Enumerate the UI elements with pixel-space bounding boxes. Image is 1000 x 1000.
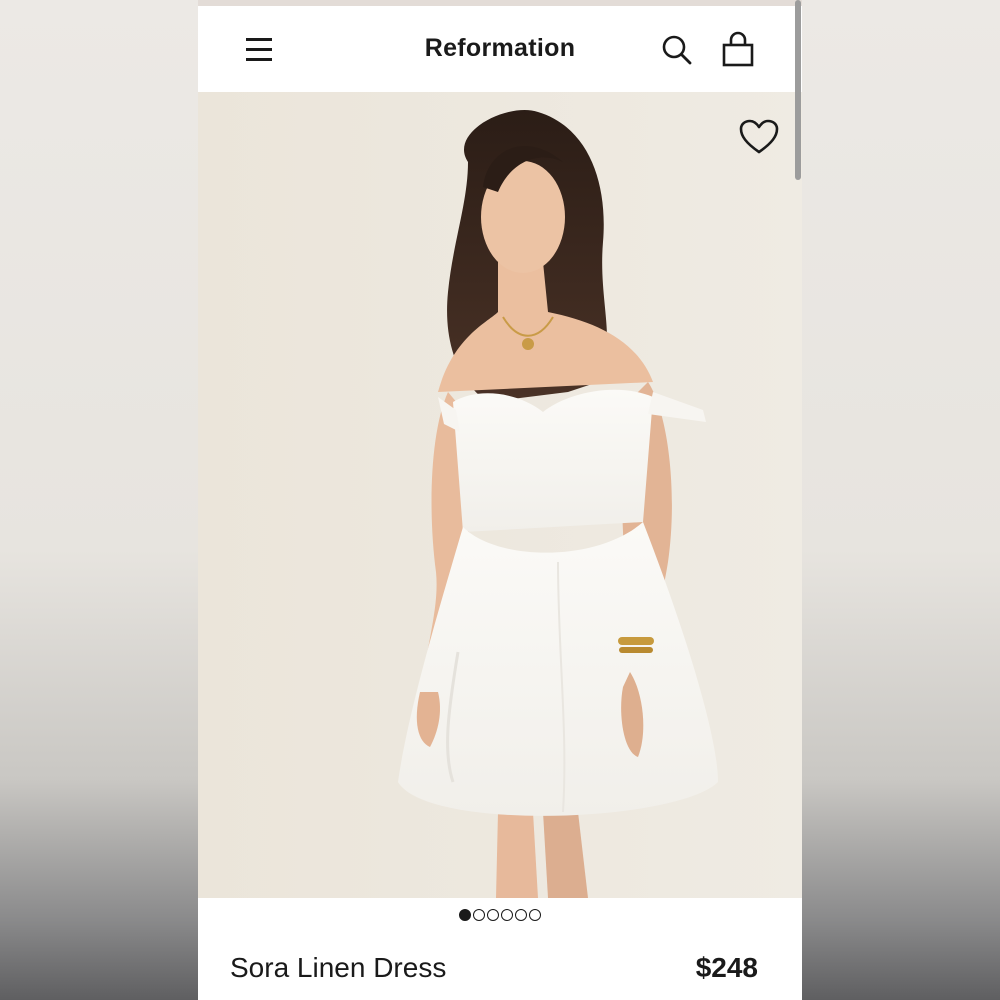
site-header: Reformation — [198, 6, 802, 92]
scrollbar[interactable] — [795, 0, 801, 180]
carousel-pagination — [198, 908, 802, 924]
carousel-dot[interactable] — [515, 909, 527, 921]
search-icon[interactable] — [660, 33, 694, 67]
product-photo-illustration — [198, 92, 802, 898]
mobile-screen: Reformation Sora Linen Dress $248 — [198, 0, 802, 1000]
product-name: Sora Linen Dress — [230, 952, 447, 983]
carousel-dot[interactable] — [501, 909, 513, 921]
carousel-dot[interactable] — [459, 909, 471, 921]
carousel-dot[interactable] — [529, 909, 541, 921]
product-image[interactable] — [198, 92, 802, 898]
shopping-bag-icon[interactable] — [720, 31, 756, 69]
brand-logo[interactable]: Reformation — [198, 34, 802, 63]
heart-icon[interactable] — [738, 118, 780, 156]
blurred-background-left — [0, 0, 198, 1000]
blurred-background-right — [802, 0, 1000, 1000]
hamburger-menu-icon[interactable] — [246, 36, 274, 62]
carousel-dot[interactable] — [487, 909, 499, 921]
product-price: $248 — [695, 952, 758, 983]
carousel-dot[interactable] — [473, 909, 485, 921]
